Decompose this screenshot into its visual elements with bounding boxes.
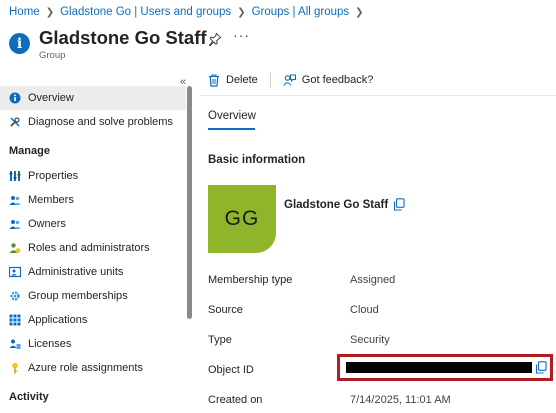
sidebar-item-diagnose[interactable]: Diagnose and solve problems [0,110,186,134]
sidebar-item-azure-role-assignments[interactable]: Azure role assignments [0,356,186,380]
sidebar-item-properties[interactable]: Properties [0,164,186,188]
property-label-membership-type: Membership type [208,274,293,286]
sidebar-item-roles[interactable]: Roles and administrators [0,236,186,260]
sidebar-item-label: Members [28,194,74,206]
toolbar-divider [269,72,271,88]
sidebar-item-group-memberships[interactable]: Group memberships [0,284,186,308]
breadcrumb-home[interactable]: Home [9,6,40,18]
members-icon [9,194,21,206]
wrench-icon [9,116,21,128]
sidebar-item-licenses[interactable]: Licenses [0,332,186,356]
property-label-object-id: Object ID [208,364,254,376]
page-header: i Gladstone Go Staff Group [9,27,207,61]
page-title: Gladstone Go Staff [39,27,207,48]
chevron-right-icon: ❯ [355,6,364,18]
sidebar-item-label: Licenses [28,338,72,350]
section-header-activity: Activity [9,391,49,403]
pin-icon[interactable] [208,32,222,46]
sidebar-item-owners[interactable]: Owners [0,212,186,236]
property-value-membership-type: Assigned [350,274,396,286]
toolbar-divider-line [200,95,556,96]
breadcrumb: Home ❯ Gladstone Go | Users and groups ❯… [9,6,364,18]
page-subtitle: Group [39,50,66,61]
sidebar-item-label: Azure role assignments [28,362,143,374]
key-icon [9,362,21,374]
copy-icon[interactable] [393,198,405,211]
sidebar-item-members[interactable]: Members [0,188,186,212]
feedback-button-label: Got feedback? [301,74,374,86]
property-label-type: Type [208,334,232,346]
sidebar-item-overview[interactable]: Overview [0,86,186,110]
chevron-right-icon: ❯ [45,6,55,18]
sidebar-item-label: Group memberships [28,290,128,302]
property-label-source: Source [208,304,243,316]
properties-icon [9,170,21,182]
sidebar-item-label: Overview [28,92,74,104]
delete-button-label: Delete [226,74,258,86]
sidebar-item-label: Applications [28,314,88,326]
property-value-created-on: 7/14/2025, 11:01 AM [350,394,451,406]
sidebar: Overview Diagnose and solve problems Man… [0,86,186,413]
sidebar-item-label: Diagnose and solve problems [28,116,173,128]
redacted-object-id [346,362,532,373]
feedback-button[interactable]: Got feedback? [283,74,374,87]
chevron-right-icon: ❯ [237,6,246,18]
sidebar-scrollbar[interactable] [187,86,192,319]
property-value-source: Cloud [350,304,379,316]
breadcrumb-users-and-groups[interactable]: Gladstone Go | Users and groups [60,6,231,18]
sidebar-item-label: Properties [28,170,79,182]
section-header-manage: Manage [9,145,50,157]
basic-information-heading: Basic information [208,154,306,166]
sidebar-item-label: Administrative units [28,266,124,278]
property-label-created-on: Created on [208,394,263,406]
trash-icon [209,73,219,87]
delete-button[interactable]: Delete [208,73,258,87]
admin-units-icon [9,266,21,278]
sidebar-item-label: Roles and administrators [28,242,150,254]
gear-icon [9,290,21,302]
sidebar-item-applications[interactable]: Applications [0,308,186,332]
feedback-icon [283,74,296,86]
owners-icon [9,218,21,230]
license-icon [9,338,21,350]
property-value-type: Security [350,334,390,346]
copy-icon[interactable] [535,361,547,374]
grid-icon [9,314,21,326]
more-options-icon[interactable]: ··· [233,27,250,43]
tab-overview[interactable]: Overview [208,110,256,122]
group-display-name: Gladstone Go Staff [284,199,389,211]
info-icon [9,92,21,104]
roles-icon [9,242,21,254]
tab-overview-indicator [208,128,255,130]
command-bar: Delete Got feedback? [208,70,373,90]
sidebar-item-admin-units[interactable]: Administrative units [0,260,186,284]
breadcrumb-all-groups[interactable]: Groups | All groups [252,6,350,18]
sidebar-item-label: Owners [28,218,66,230]
info-icon: i [9,33,30,54]
group-avatar: GG [208,185,276,253]
